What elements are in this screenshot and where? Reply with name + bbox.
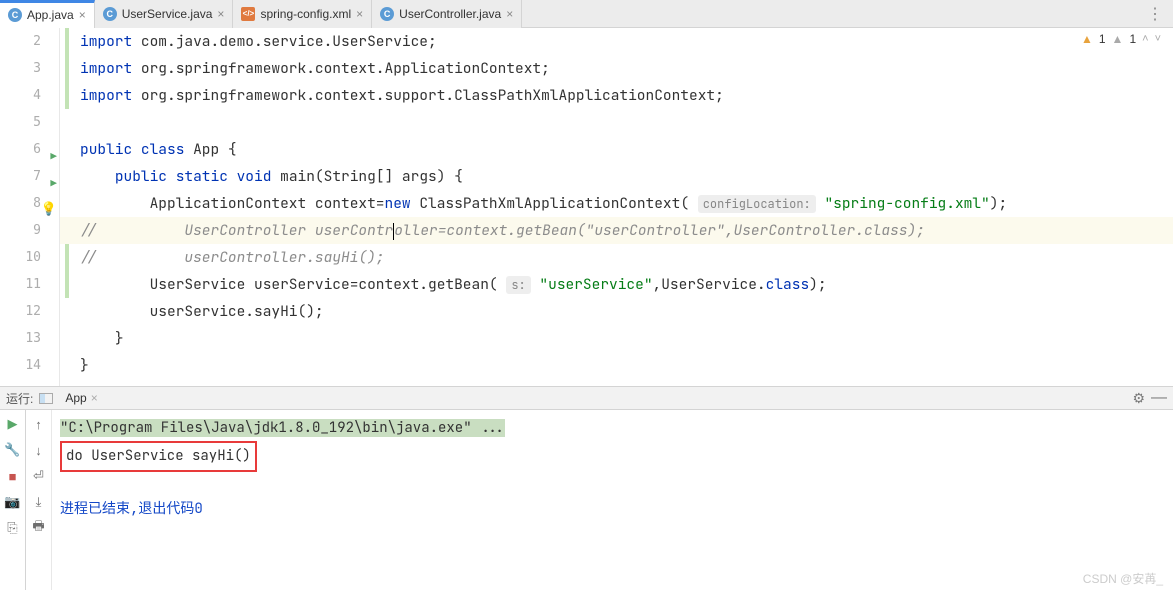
java-class-icon: C bbox=[380, 7, 394, 21]
weak-warning-icon: ▲ bbox=[1112, 32, 1124, 46]
close-icon[interactable]: × bbox=[356, 7, 363, 21]
run-toolbar-primary: ▶ 🔧 ■ 📷 ⎘ bbox=[0, 410, 26, 590]
warning-count: 1 bbox=[1099, 32, 1106, 46]
run-gutter-icon[interactable]: ▶ bbox=[50, 169, 57, 196]
run-config-tab[interactable]: App × bbox=[59, 391, 103, 405]
tabs-menu-icon[interactable]: ⋮ bbox=[1137, 4, 1173, 24]
tab-spring-config-xml[interactable]: </> spring-config.xml × bbox=[233, 0, 372, 28]
code-editor[interactable]: 2 3 4 5 6▶ 7▶ 8💡 9 10 11 12 13 14 import… bbox=[0, 28, 1173, 386]
tab-label: spring-config.xml bbox=[260, 7, 351, 21]
line-number: 10 bbox=[0, 244, 41, 271]
scroll-to-end-icon[interactable]: ⤓ bbox=[31, 494, 47, 510]
intention-bulb-icon[interactable]: 💡 bbox=[41, 196, 57, 223]
up-icon[interactable]: ↑ bbox=[31, 416, 47, 432]
line-number: 12 bbox=[0, 298, 41, 325]
rerun-icon[interactable]: ▶ bbox=[5, 416, 21, 432]
weak-warning-count: 1 bbox=[1129, 32, 1136, 46]
tab-label: UserController.java bbox=[399, 7, 501, 21]
run-gutter-icon[interactable]: ▶ bbox=[50, 142, 57, 169]
editor-tabs-bar: C App.java × C UserService.java × </> sp… bbox=[0, 0, 1173, 28]
console-exit-line: 进程已结束,退出代码0 bbox=[60, 497, 1165, 522]
tab-usercontroller-java[interactable]: C UserController.java × bbox=[372, 0, 522, 28]
warning-icon: ▲ bbox=[1081, 32, 1093, 46]
java-class-icon: C bbox=[103, 7, 117, 21]
exit-icon[interactable]: ⎘ bbox=[5, 520, 21, 536]
camera-icon[interactable]: 📷 bbox=[5, 494, 21, 510]
down-icon[interactable]: ↓ bbox=[31, 442, 47, 458]
chevron-up-icon[interactable]: ˄ bbox=[1142, 33, 1148, 45]
line-number: 8💡 bbox=[0, 190, 41, 217]
run-toolbar-secondary: ↑ ↓ ⏎ ⤓ 🖶 bbox=[26, 410, 52, 590]
gear-icon[interactable]: ⚙ bbox=[1132, 390, 1145, 407]
watermark: CSDN @安苒_ bbox=[1083, 570, 1163, 587]
line-number: 4 bbox=[0, 82, 41, 109]
gutter: 2 3 4 5 6▶ 7▶ 8💡 9 10 11 12 13 14 bbox=[0, 28, 60, 386]
line-number: 3 bbox=[0, 55, 41, 82]
line-number: 14 bbox=[0, 352, 41, 379]
console-output[interactable]: "C:\Program Files\Java\jdk1.8.0_192\bin\… bbox=[52, 410, 1173, 590]
line-number: 9 bbox=[0, 217, 41, 244]
tab-label: App.java bbox=[27, 8, 74, 22]
wrench-icon[interactable]: 🔧 bbox=[5, 442, 21, 458]
line-number: 13 bbox=[0, 325, 41, 352]
run-tool-window-body: ▶ 🔧 ■ 📷 ⎘ ↑ ↓ ⏎ ⤓ 🖶 "C:\Program Files\Ja… bbox=[0, 410, 1173, 590]
stop-icon[interactable]: ■ bbox=[5, 468, 21, 484]
line-number: 7▶ bbox=[0, 163, 41, 190]
chevron-down-icon[interactable]: ˅ bbox=[1155, 33, 1161, 45]
xml-file-icon: </> bbox=[241, 7, 255, 21]
layout-icon bbox=[39, 393, 53, 404]
console-highlighted-output: do UserService sayHi() bbox=[60, 441, 257, 472]
soft-wrap-icon[interactable]: ⏎ bbox=[31, 468, 47, 484]
line-number: 5 bbox=[0, 109, 41, 136]
run-config-name: App bbox=[65, 391, 86, 405]
close-icon[interactable]: × bbox=[79, 8, 86, 22]
run-tool-window-header: 运行: App × ⚙ — bbox=[0, 386, 1173, 410]
tab-app-java[interactable]: C App.java × bbox=[0, 0, 95, 28]
run-label: 运行: bbox=[6, 390, 33, 407]
hide-icon[interactable]: — bbox=[1151, 389, 1167, 407]
close-icon[interactable]: × bbox=[506, 7, 513, 21]
editor-inspection-status[interactable]: ▲ 1 ▲ 1 ˄ ˅ bbox=[1081, 32, 1161, 46]
close-icon[interactable]: × bbox=[217, 7, 224, 21]
line-number: 6▶ bbox=[0, 136, 41, 163]
line-number: 11 bbox=[0, 271, 41, 298]
code-area[interactable]: import com.java.demo.service.UserService… bbox=[60, 28, 1173, 386]
tab-userservice-java[interactable]: C UserService.java × bbox=[95, 0, 234, 28]
print-icon[interactable]: 🖶 bbox=[31, 520, 47, 536]
close-icon[interactable]: × bbox=[91, 391, 98, 405]
line-number: 2 bbox=[0, 28, 41, 55]
tab-label: UserService.java bbox=[122, 7, 213, 21]
java-class-icon: C bbox=[8, 8, 22, 22]
console-command-line: "C:\Program Files\Java\jdk1.8.0_192\bin\… bbox=[60, 419, 505, 437]
